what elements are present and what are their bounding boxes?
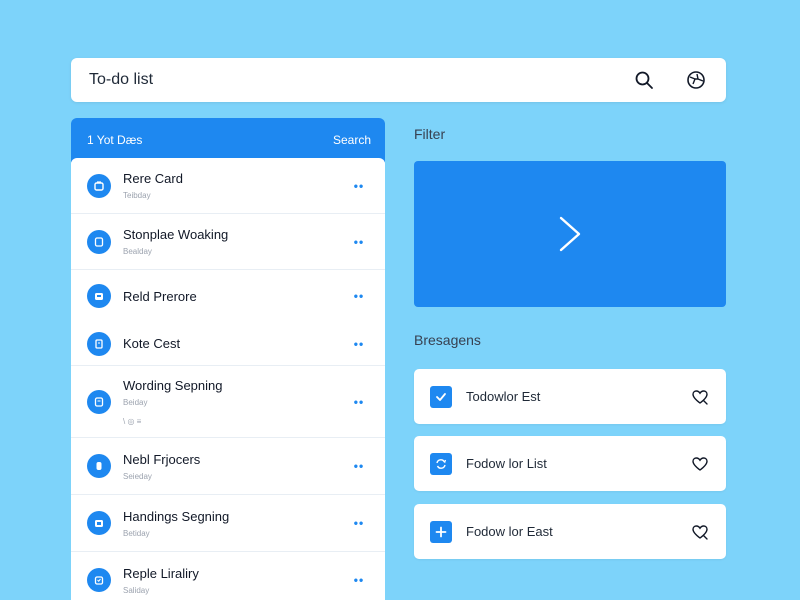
- globe-icon[interactable]: [684, 68, 708, 92]
- item-icon: [87, 389, 111, 414]
- more-options-icon[interactable]: ••: [349, 337, 369, 351]
- list-item[interactable]: Reple Liraliry Saliday ••: [71, 552, 385, 600]
- item-icon: [87, 568, 111, 592]
- list-item[interactable]: Reld Prerore ••: [71, 270, 385, 322]
- card-label: Fodow lor List: [466, 456, 547, 471]
- item-subtitle: Saliday: [123, 585, 150, 595]
- more-options-icon[interactable]: ••: [349, 179, 369, 193]
- item-icon: [87, 173, 111, 198]
- more-options-icon[interactable]: ••: [349, 459, 369, 473]
- item-subtitle: Seieday: [123, 471, 152, 481]
- list-item[interactable]: Rere Card Teibday ••: [71, 158, 385, 214]
- more-options-icon[interactable]: ••: [349, 516, 369, 530]
- item-meta: \ ◎ ≡: [123, 416, 142, 426]
- item-subtitle: Beiday: [123, 397, 148, 407]
- app-title: To-do list: [89, 71, 154, 88]
- more-options-icon[interactable]: ••: [349, 289, 369, 303]
- item-name: Reld Prerore: [123, 288, 197, 304]
- item-name: Rere Card: [123, 171, 183, 186]
- list-item[interactable]: Wording Sepning Beiday \ ◎ ≡ ••: [71, 366, 385, 438]
- chevron-right-icon: [559, 216, 581, 252]
- item-name: Nebl Frjocers: [123, 451, 201, 467]
- panel-header-title: 1 Yot Dæs: [87, 133, 143, 147]
- item-icon: [87, 331, 111, 356]
- section-heading: Bresagens: [414, 332, 481, 348]
- item-icon: [87, 454, 111, 478]
- message-card[interactable]: Fodow lor East: [414, 504, 726, 559]
- item-subtitle: Bealday: [123, 247, 152, 256]
- item-name: Wording Sepning: [123, 377, 223, 393]
- list-item[interactable]: Handings Segning Betiday ••: [71, 495, 385, 552]
- plus-icon: [430, 520, 452, 543]
- card-label: Todowlor Est: [466, 389, 541, 404]
- item-subtitle: Teibday: [123, 191, 151, 200]
- todo-list-panel: 1 Yot Dæs Search Rere Card Teibday •• St…: [71, 118, 385, 600]
- todo-app: To-do list 1 Yot Dæs Search Rere Card Te…: [0, 0, 800, 600]
- item-name: Stonplae Woaking: [123, 227, 229, 242]
- sync-icon: [430, 452, 452, 475]
- list-item[interactable]: Stonplae Woaking Bealday ••: [71, 214, 385, 270]
- message-card[interactable]: Fodow lor List: [414, 436, 726, 491]
- message-card[interactable]: Todowlor Est: [414, 369, 726, 424]
- item-icon: [87, 229, 111, 254]
- item-icon: [87, 511, 111, 535]
- item-name: Kote Cest: [123, 336, 181, 351]
- more-options-icon[interactable]: ••: [349, 395, 369, 409]
- heart-search-icon[interactable]: [690, 522, 710, 542]
- item-name: Reple Liraliry: [123, 565, 199, 581]
- heart-icon[interactable]: [690, 454, 710, 474]
- item-subtitle: Betiday: [123, 528, 150, 538]
- item-name: Handings Segning: [123, 508, 230, 524]
- todo-list: Rere Card Teibday •• Stonplae Woaking Be…: [71, 158, 385, 600]
- hero-next-button[interactable]: [414, 161, 726, 307]
- more-options-icon[interactable]: ••: [349, 573, 369, 587]
- heart-search-icon[interactable]: [690, 387, 710, 407]
- card-label: Fodow lor East: [466, 524, 553, 539]
- check-icon: [430, 385, 452, 408]
- more-options-icon[interactable]: ••: [349, 235, 369, 249]
- panel-search-link[interactable]: Search: [333, 133, 371, 147]
- list-item[interactable]: Nebl Frjocers Seieday ••: [71, 438, 385, 495]
- filter-heading: Filter: [414, 126, 446, 142]
- panel-header: 1 Yot Dæs Search: [71, 118, 385, 162]
- list-item[interactable]: Kote Cest ••: [71, 322, 385, 366]
- item-icon: [87, 284, 111, 308]
- top-search-bar[interactable]: To-do list: [71, 58, 726, 102]
- search-icon[interactable]: [632, 68, 656, 92]
